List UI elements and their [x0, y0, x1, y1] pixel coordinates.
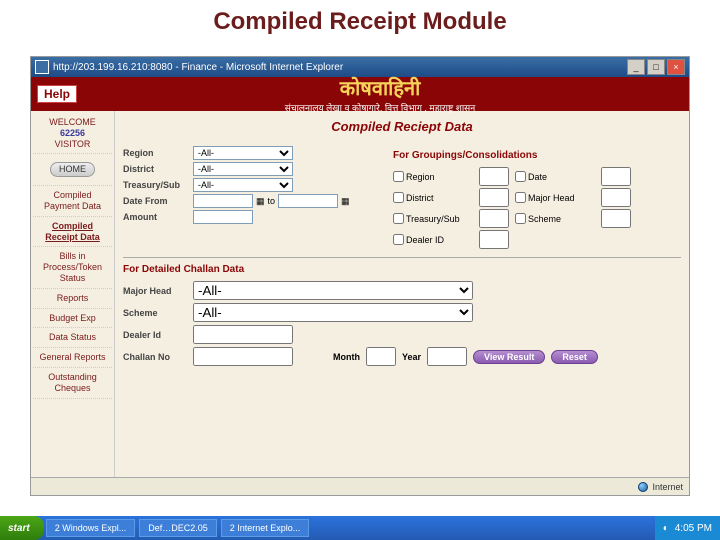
maximize-button[interactable]: □	[647, 59, 665, 75]
filter-form: Region -All- District -All- Treasury/Sub…	[123, 144, 383, 251]
ck-date-label: Date	[528, 172, 547, 182]
minimize-button[interactable]: _	[627, 59, 645, 75]
year-label: Year	[402, 352, 421, 362]
year-input[interactable]	[427, 347, 467, 366]
visitor-count: 62256	[60, 128, 85, 138]
taskbar: start 2 Windows Expl... Def…DEC2.05 2 In…	[0, 516, 720, 540]
sidebar-item-bills-in-process[interactable]: Bills in Process/Token Status	[33, 247, 112, 288]
ck-district-val[interactable]	[479, 188, 509, 207]
taskbar-item-explorer[interactable]: 2 Windows Expl...	[46, 519, 136, 537]
system-tray[interactable]: ◐ 4:05 PM	[655, 516, 720, 540]
ck-district-label: District	[406, 193, 434, 203]
home-button[interactable]: HOME	[50, 162, 95, 177]
clock: 4:05 PM	[675, 523, 712, 534]
ck-date[interactable]	[515, 171, 526, 182]
date-from-input[interactable]	[193, 194, 253, 208]
sidebar-item-reports[interactable]: Reports	[33, 289, 112, 309]
slide-title: Compiled Receipt Module	[0, 0, 720, 56]
page-heading: Compiled Reciept Data	[123, 119, 681, 134]
challan-input[interactable]	[193, 347, 293, 366]
to-label: to	[268, 196, 276, 206]
scheme-select[interactable]: -All-	[193, 303, 473, 322]
ck-dealer-val[interactable]	[479, 230, 509, 249]
region-label: Region	[123, 148, 193, 158]
groupings-panel: For Groupings/Consolidations Region Date…	[383, 144, 681, 251]
ck-scheme-val[interactable]	[601, 209, 631, 228]
view-result-button[interactable]: View Result	[473, 350, 545, 364]
ck-majorhead[interactable]	[515, 192, 526, 203]
ck-dealer[interactable]	[393, 234, 404, 245]
sidebar-item-compiled-receipt[interactable]: Compiled Receipt Data	[33, 217, 112, 248]
ck-scheme-label: Scheme	[528, 214, 561, 224]
sidebar-item-compiled-payment[interactable]: Compiled Payment Data	[33, 186, 112, 217]
content-area: WELCOME 62256 VISITOR HOME Compiled Paym…	[31, 111, 689, 479]
home-wrapper: HOME	[33, 154, 112, 186]
calendar-icon-from[interactable]: ▦	[256, 196, 265, 207]
welcome-label: WELCOME	[49, 117, 96, 127]
challan-label: Challan No	[123, 352, 193, 362]
ck-treasury-val[interactable]	[479, 209, 509, 228]
divider	[123, 257, 681, 258]
month-input[interactable]	[366, 347, 396, 366]
start-label: start	[8, 523, 30, 534]
date-to-input[interactable]	[278, 194, 338, 208]
sidebar-item-data-status[interactable]: Data Status	[33, 328, 112, 348]
ck-scheme[interactable]	[515, 213, 526, 224]
treasury-label: Treasury/Sub	[123, 180, 193, 190]
region-select[interactable]: -All-	[193, 146, 293, 160]
ck-date-val[interactable]	[601, 167, 631, 186]
app-banner: Help कोषवाहिनी संचालनालय लेखा व कोषागारे…	[31, 77, 689, 111]
scheme-label: Scheme	[123, 308, 193, 318]
window-title: http://203.199.16.210:8080 - Finance - M…	[53, 62, 627, 73]
ck-majorhead-label: Major Head	[528, 193, 575, 203]
statusbar: Internet	[31, 477, 689, 495]
taskbar-item-def[interactable]: Def…DEC2.05	[139, 519, 217, 537]
close-button[interactable]: ×	[667, 59, 685, 75]
visitor-label: VISITOR	[55, 139, 91, 149]
help-button[interactable]: Help	[37, 85, 77, 103]
dealer-input[interactable]	[193, 325, 293, 344]
ck-treasury-label: Treasury/Sub	[406, 214, 460, 224]
browser-window: http://203.199.16.210:8080 - Finance - M…	[30, 56, 690, 496]
ie-icon	[35, 60, 49, 74]
amount-label: Amount	[123, 212, 193, 222]
window-controls: _ □ ×	[627, 59, 685, 75]
calendar-icon-to[interactable]: ▦	[341, 196, 350, 207]
ck-region-label: Region	[406, 172, 435, 182]
ck-region[interactable]	[393, 171, 404, 182]
dealer-label: Dealer Id	[123, 330, 193, 340]
tray-icon: ◐	[663, 523, 669, 534]
brand-logo-text: कोषवाहिनी	[77, 74, 683, 101]
groupings-title: For Groupings/Consolidations	[393, 150, 681, 161]
date-from-label: Date From	[123, 196, 193, 206]
banner-center: कोषवाहिनी संचालनालय लेखा व कोषागारे, वित…	[77, 74, 683, 114]
majorhead-label: Major Head	[123, 286, 193, 296]
main-panel: Compiled Reciept Data Region -All- Distr…	[115, 111, 689, 479]
taskbar-item-ie[interactable]: 2 Internet Explo...	[221, 519, 310, 537]
ck-treasury[interactable]	[393, 213, 404, 224]
ck-district[interactable]	[393, 192, 404, 203]
district-select[interactable]: -All-	[193, 162, 293, 176]
sidebar-item-general-reports[interactable]: General Reports	[33, 348, 112, 368]
welcome-block: WELCOME 62256 VISITOR	[33, 113, 112, 154]
ck-region-val[interactable]	[479, 167, 509, 186]
sidebar-item-budget-exp[interactable]: Budget Exp	[33, 309, 112, 329]
ck-dealer-label: Dealer ID	[406, 235, 444, 245]
reset-button[interactable]: Reset	[551, 350, 598, 364]
brand-subtitle: संचालनालय लेखा व कोषागारे, वित्त विभाग ,…	[77, 101, 683, 114]
sidebar-item-outstanding-cheques[interactable]: Outstanding Cheques	[33, 368, 112, 399]
majorhead-select[interactable]: -All-	[193, 281, 473, 300]
top-form: Region -All- District -All- Treasury/Sub…	[123, 144, 681, 251]
detail-title: For Detailed Challan Data	[123, 264, 681, 275]
start-button[interactable]: start	[0, 516, 44, 540]
amount-input[interactable]	[193, 210, 253, 224]
treasury-select[interactable]: -All-	[193, 178, 293, 192]
sidebar: WELCOME 62256 VISITOR HOME Compiled Paym…	[31, 111, 115, 479]
status-text: Internet	[652, 482, 683, 492]
ck-majorhead-val[interactable]	[601, 188, 631, 207]
district-label: District	[123, 164, 193, 174]
month-label: Month	[333, 352, 360, 362]
internet-icon	[638, 482, 648, 492]
